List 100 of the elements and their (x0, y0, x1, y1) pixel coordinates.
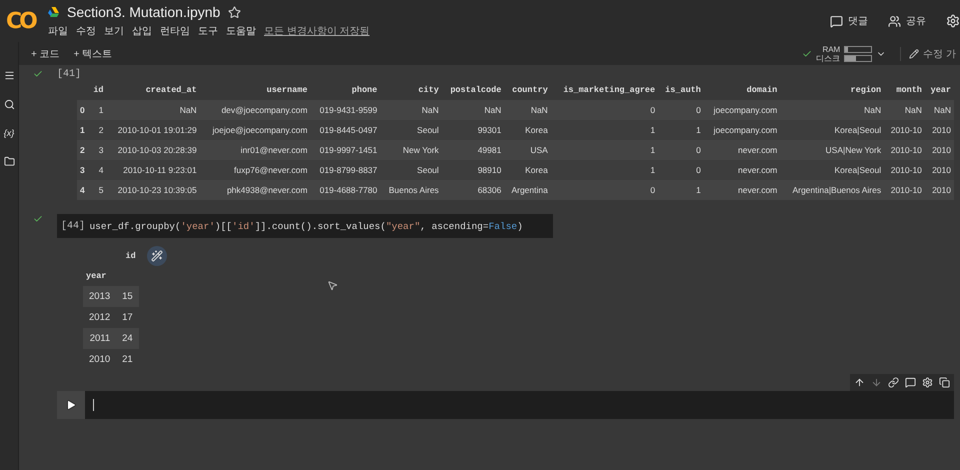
table-cell: NaN (380, 100, 442, 120)
settings-icon[interactable] (922, 377, 933, 388)
table-cell: joejoe@joecompany.com (200, 120, 310, 140)
table-cell: Seoul (380, 160, 442, 180)
menu-item[interactable]: 수정 (76, 24, 96, 38)
table-cell: 17 (116, 307, 139, 328)
table-cell: 2010-10 (884, 120, 925, 140)
comment-icon (830, 14, 843, 28)
logo[interactable]: CO (6, 8, 38, 34)
menu-icon[interactable] (4, 70, 14, 81)
column-header: id (124, 250, 137, 263)
table-cell: 2 (88, 120, 107, 140)
table-cell: 3 (88, 140, 107, 160)
column-header: month (884, 80, 925, 100)
add-cell-button[interactable]: + 코드 (31, 46, 60, 60)
table-cell: 0 (658, 140, 704, 160)
table-cell: 24 (116, 328, 139, 349)
play-icon (65, 399, 77, 411)
link-icon[interactable] (888, 377, 899, 388)
magic-wand-icon (150, 250, 163, 262)
table-cell: 0 (658, 100, 704, 120)
column-header: city (380, 80, 442, 100)
table-cell: 15 (116, 286, 139, 307)
index-header: year (83, 266, 116, 286)
table-cell: inr01@never.com (200, 140, 310, 160)
table-cell: 2010-10-11 9:23:01 (106, 160, 200, 180)
row-index: 3 (77, 160, 89, 180)
execution-count: [41] (57, 69, 82, 80)
row-index: 2011 (83, 328, 116, 349)
column-header: year (924, 80, 954, 100)
menu-item[interactable]: 파일 (48, 24, 68, 38)
column-header: region (780, 80, 884, 100)
column-header: is_auth (658, 80, 704, 100)
table-cell: 21 (116, 349, 139, 370)
menu-item[interactable]: 삽입 (132, 24, 152, 38)
save-status-link[interactable]: 모든 변경사항이 저장됨 (264, 24, 370, 38)
table-cell: 019-8799-8837 (310, 160, 380, 180)
column-header: created_at (106, 80, 200, 100)
notebook-title[interactable]: Section3. Mutation.ipynb (67, 4, 220, 20)
table-cell: 2010-10-01 19:01:29 (106, 120, 200, 140)
table-cell: NaN (504, 100, 551, 120)
table-cell: 2010 (924, 140, 954, 160)
table-cell: Buenos Aires (380, 180, 442, 200)
table-cell: 0 (658, 160, 704, 180)
share-button[interactable]: 공유 (888, 14, 926, 28)
table-cell: joecompany.com (704, 100, 780, 120)
settings-icon[interactable] (946, 14, 960, 28)
run-button[interactable] (57, 391, 85, 419)
menu-item[interactable]: 도구 (198, 24, 218, 38)
menu-item[interactable]: 보기 (104, 24, 124, 38)
table-cell: never.com (704, 180, 780, 200)
menu-item[interactable]: 도움말 (226, 24, 256, 38)
table-cell: USA (504, 140, 551, 160)
column-header: country (504, 80, 551, 100)
table-cell: 2010-10-23 10:39:05 (106, 180, 200, 200)
table-cell: phk4938@never.com (200, 180, 310, 200)
table-cell: Korea|Seoul (780, 120, 884, 140)
table-cell: never.com (704, 160, 780, 180)
table-cell: Seoul (380, 120, 442, 140)
star-icon[interactable] (228, 6, 242, 18)
table-cell: 1 (550, 160, 658, 180)
row-index: 0 (77, 100, 89, 120)
table-cell: 1 (658, 120, 704, 140)
table-cell: Argentina|Buenos Aires (780, 180, 884, 200)
arrow-up-icon[interactable] (854, 377, 865, 388)
comment-icon[interactable] (905, 377, 916, 388)
table-cell: Korea (504, 120, 551, 140)
arrow-down-icon[interactable] (871, 377, 882, 388)
column-header: is_marketing_agree (550, 80, 658, 100)
table-cell: 5 (88, 180, 107, 200)
table-cell: 019-4688-7780 (310, 180, 380, 200)
table-cell: 2010-10 (884, 140, 925, 160)
table-cell: NaN (924, 100, 954, 120)
table-cell: 019-8445-0497 (310, 120, 380, 140)
table-cell: fuxp76@never.com (200, 160, 310, 180)
pencil-icon (909, 48, 920, 58)
table-cell: USA|New York (780, 140, 884, 160)
comment-button[interactable]: 댓글 (830, 14, 868, 28)
table-cell: 019-9431-9599 (310, 100, 380, 120)
column-header: phone (310, 80, 380, 100)
variables-button[interactable]: {x} (4, 128, 14, 138)
row-index: 2012 (83, 307, 116, 328)
copy-icon[interactable] (939, 377, 950, 388)
search-icon[interactable] (4, 99, 14, 110)
table-cell: NaN (106, 100, 200, 120)
add-cell-button[interactable]: + 텍스트 (74, 46, 112, 60)
column-header: id (88, 80, 107, 100)
edit-button[interactable]: 수정 가 (900, 46, 956, 60)
table-cell: 49981 (442, 140, 504, 160)
table-cell: 4 (88, 160, 107, 180)
table-cell: 0 (550, 180, 658, 200)
table-cell: 99301 (442, 120, 504, 140)
code-input[interactable] (57, 391, 954, 419)
table-cell: Korea (504, 160, 551, 180)
table-cell: dev@joecompany.com (200, 100, 310, 120)
magic-wand-button[interactable] (146, 246, 167, 266)
code-cell[interactable]: [44] user_df.groupby('year')[['id']].count().sort_values("year", ascending=False) (57, 214, 553, 238)
folder-icon[interactable] (4, 156, 14, 167)
menu-item[interactable]: 런타임 (160, 24, 190, 38)
table-cell: 019-9997-1451 (310, 140, 380, 160)
